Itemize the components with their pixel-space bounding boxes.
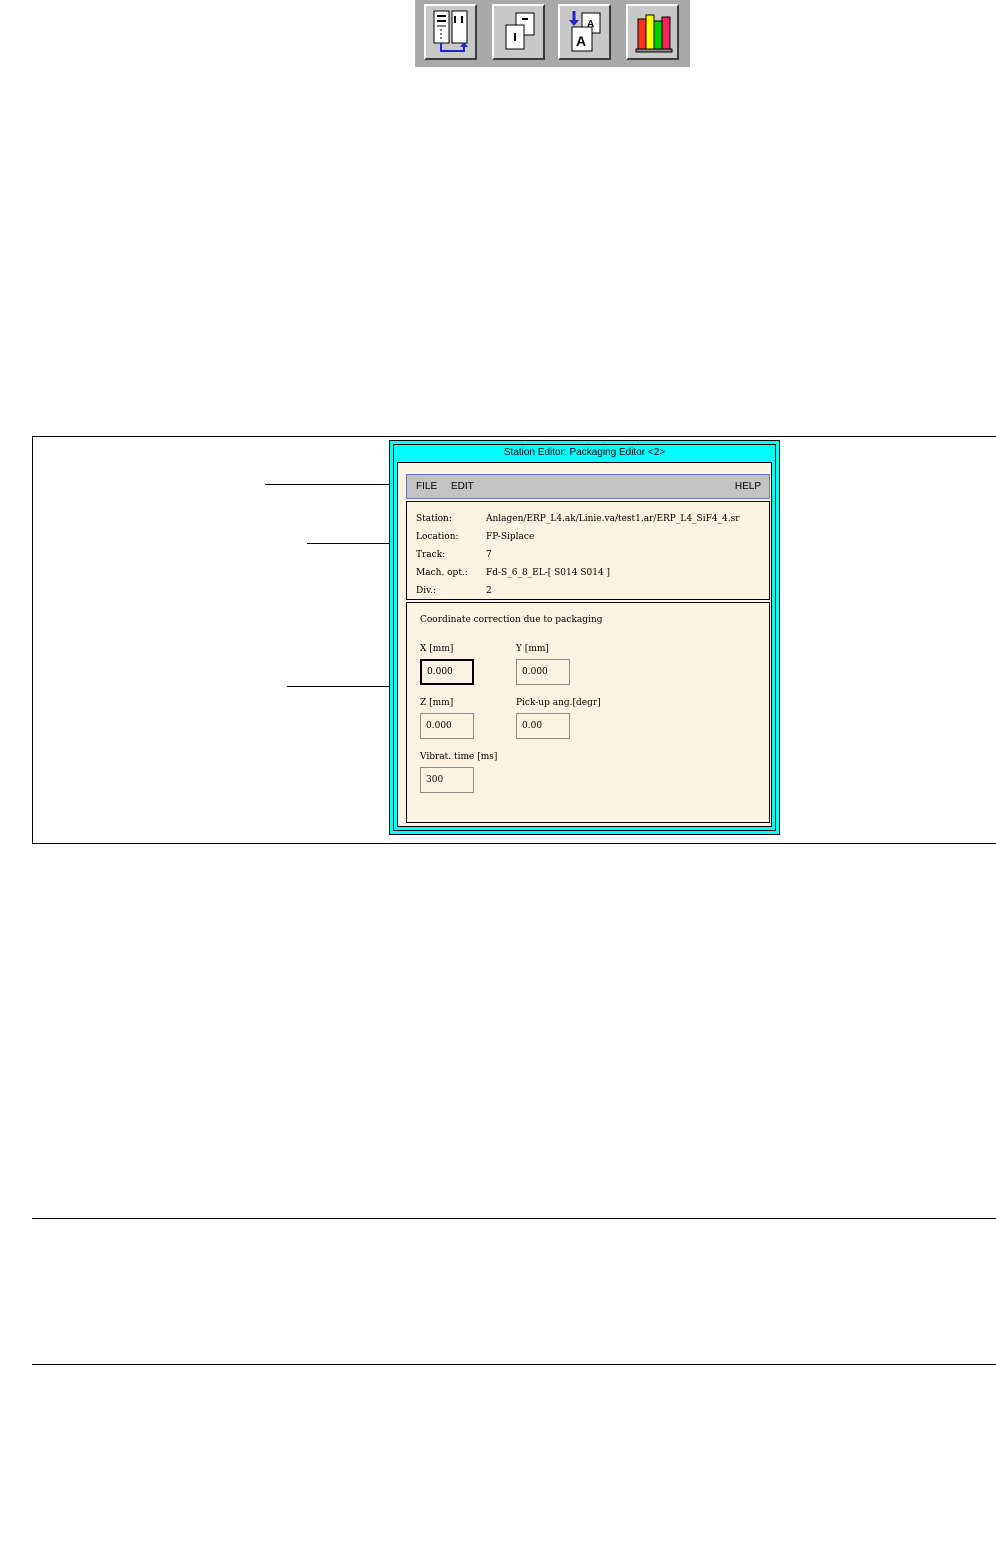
info-label: Mach. opt.: — [416, 568, 468, 578]
info-label: Station: — [416, 514, 452, 524]
info-value: 7 — [486, 550, 492, 560]
menu-file[interactable]: FILE — [416, 475, 437, 498]
callout-arrow-menubar — [265, 480, 401, 488]
x-label: X [mm] — [420, 644, 454, 654]
station-info-panel: Station: Anlagen/ERP_L4.ak/Linie.va/test… — [406, 501, 770, 600]
y-input[interactable]: 0.000 — [516, 659, 570, 685]
pages-button[interactable] — [492, 4, 545, 60]
pages-icon — [505, 12, 535, 50]
pickup-angle-label: Pick-up ang.[degr] — [516, 698, 601, 708]
menu-help[interactable]: HELP — [735, 475, 761, 498]
window-frame: Station Editor: Packaging Editor <2> FIL… — [393, 444, 776, 831]
menu-edit[interactable]: EDIT — [451, 475, 474, 498]
info-value: 2 — [486, 586, 492, 596]
window-title[interactable]: Station Editor: Packaging Editor <2> — [394, 445, 775, 461]
callout-arrow-correction — [287, 682, 401, 690]
packaging-editor-window: Station Editor: Packaging Editor <2> FIL… — [389, 440, 780, 835]
station-list-button[interactable] — [424, 4, 477, 60]
pickup-angle-input[interactable]: 0.00 — [516, 713, 570, 739]
info-value: Anlagen/ERP_L4.ak/Linie.va/test1.ar/ERP_… — [486, 514, 740, 524]
svg-text:A: A — [576, 33, 586, 49]
horizontal-rule — [32, 1218, 996, 1219]
info-label: Track: — [416, 550, 446, 560]
station-list-icon — [433, 10, 468, 52]
menu-bar: FILE EDIT HELP — [406, 474, 770, 499]
z-input[interactable]: 0.000 — [420, 713, 474, 739]
callout-arrow-infobox — [307, 539, 401, 547]
z-label: Z [mm] — [420, 698, 454, 708]
coordinate-correction-panel: Coordinate correction due to packaging X… — [406, 602, 770, 823]
correction-title: Coordinate correction due to packaging — [420, 615, 603, 625]
window-client-area: FILE EDIT HELP Station: Anlagen/ERP_L4.a… — [397, 462, 772, 827]
library-button[interactable] — [626, 4, 679, 60]
top-toolbar: A A — [415, 0, 690, 67]
package-text-icon: A A — [569, 11, 601, 52]
y-label: Y [mm] — [516, 644, 549, 654]
horizontal-rule — [32, 1364, 996, 1365]
x-input[interactable]: 0.000 — [420, 659, 474, 685]
vibration-time-label: Vibrat. time [ms] — [420, 752, 498, 762]
package-text-button[interactable]: A A — [558, 4, 611, 60]
info-label: Location: — [416, 532, 459, 542]
vibration-time-input[interactable]: 300 — [420, 767, 474, 793]
info-value: FP-Siplace — [486, 532, 535, 542]
info-label: Div.: — [416, 586, 437, 596]
library-books-icon — [635, 14, 673, 53]
info-value: Fd-S_6_8_EL-[ S014 S014 ] — [486, 568, 611, 578]
svg-text:A: A — [587, 19, 594, 30]
